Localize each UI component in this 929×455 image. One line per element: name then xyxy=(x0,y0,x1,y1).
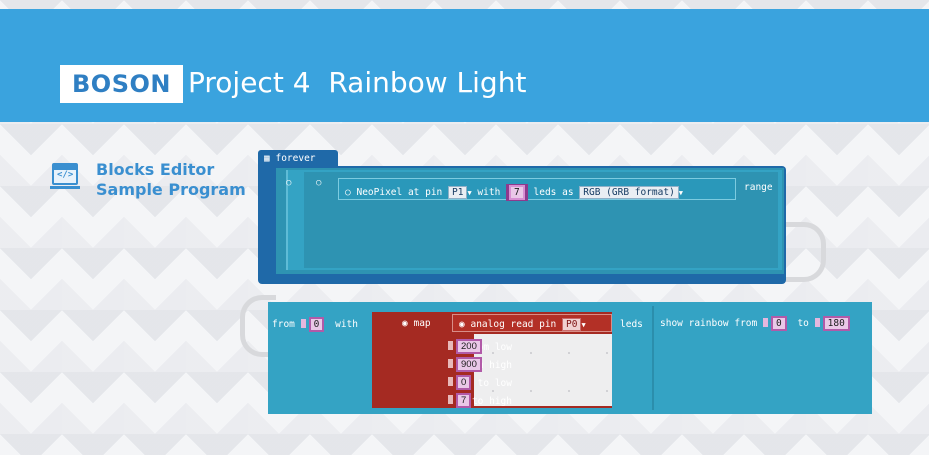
range-from-field[interactable]: 0 xyxy=(308,317,325,332)
neopixel-label: NeoPixel at pin xyxy=(356,187,443,198)
block-divider xyxy=(652,306,654,410)
map-row-from-low: from low xyxy=(466,342,512,353)
to-high-field[interactable]: 7 xyxy=(456,393,472,408)
from-high-field[interactable]: 900 xyxy=(456,357,482,372)
map-label: ◉ map xyxy=(402,318,431,329)
range-with-label: with xyxy=(335,319,358,330)
color-format-dropdown[interactable]: RGB (GRB format) xyxy=(579,186,679,199)
rainbow-to-label: to xyxy=(797,318,809,329)
leds-as-label: leds as xyxy=(533,187,574,198)
page-title: Project 4 Rainbow Light xyxy=(188,66,527,99)
range-row-text: from 0 with xyxy=(272,314,358,332)
map-row-from-high: from high xyxy=(460,360,512,371)
sidebar-line-1: Blocks Editor xyxy=(96,160,215,179)
gear-icon: ◉ xyxy=(459,319,465,330)
brand-logo: BOSON xyxy=(60,65,183,103)
chevron-down-icon: ▼ xyxy=(467,189,472,197)
map-to-low-input[interactable]: 0 xyxy=(448,372,472,390)
range-label: range xyxy=(744,182,773,193)
show-rainbow-label: show rainbow from xyxy=(660,318,758,329)
map-row-to-high: to high xyxy=(471,396,512,407)
code-window-icon: </> xyxy=(50,163,80,189)
neopixel-with-label: with xyxy=(477,187,501,198)
analog-read-block[interactable]: ◉ analog read pin P0 ▼ xyxy=(452,314,612,332)
neopixel-pin-dropdown[interactable]: P1 xyxy=(448,186,468,199)
header-banner: BOSON Project 4 Rainbow Light xyxy=(0,9,929,122)
map-from-low-input[interactable]: 200 xyxy=(448,336,482,354)
map-from-high-input[interactable]: 900 xyxy=(448,354,482,372)
analog-read-label: analog read pin xyxy=(470,319,557,330)
map-row-to-low: to low xyxy=(477,378,512,389)
grid-icon: ▦ xyxy=(264,153,270,164)
gear-stub-outer: ○ xyxy=(286,178,292,188)
gear-icon: ◉ xyxy=(402,318,408,329)
analog-pin-dropdown[interactable]: P0 xyxy=(562,318,582,331)
from-low-field[interactable]: 200 xyxy=(456,339,482,354)
sidebar-line-2: Sample Program xyxy=(96,180,246,199)
neopixel-create-block[interactable]: ○ NeoPixel at pin P1 ▼ with 7 leds as RGB… xyxy=(338,178,736,201)
chevron-down-icon: ▼ xyxy=(678,189,684,197)
sidebar-caption: Blocks Editor Sample Program xyxy=(96,160,246,200)
show-rainbow-block[interactable]: show rainbow from 0 to 180 xyxy=(660,313,850,331)
to-low-field[interactable]: 0 xyxy=(456,375,472,390)
rainbow-to-field[interactable]: 180 xyxy=(822,316,850,331)
led-count-field[interactable]: 7 xyxy=(506,184,528,201)
leds-label: leds xyxy=(620,319,643,330)
forever-label: ▦ forever xyxy=(264,153,316,164)
chevron-down-icon: ▼ xyxy=(581,321,586,329)
connector-wire-right xyxy=(780,222,826,282)
rainbow-from-field[interactable]: 0 xyxy=(770,316,787,331)
gear-stub-inner: ○ xyxy=(316,178,322,188)
map-to-high-input[interactable]: 7 xyxy=(448,390,472,408)
gear-icon: ○ xyxy=(345,187,351,198)
range-from-label: from xyxy=(272,319,295,330)
